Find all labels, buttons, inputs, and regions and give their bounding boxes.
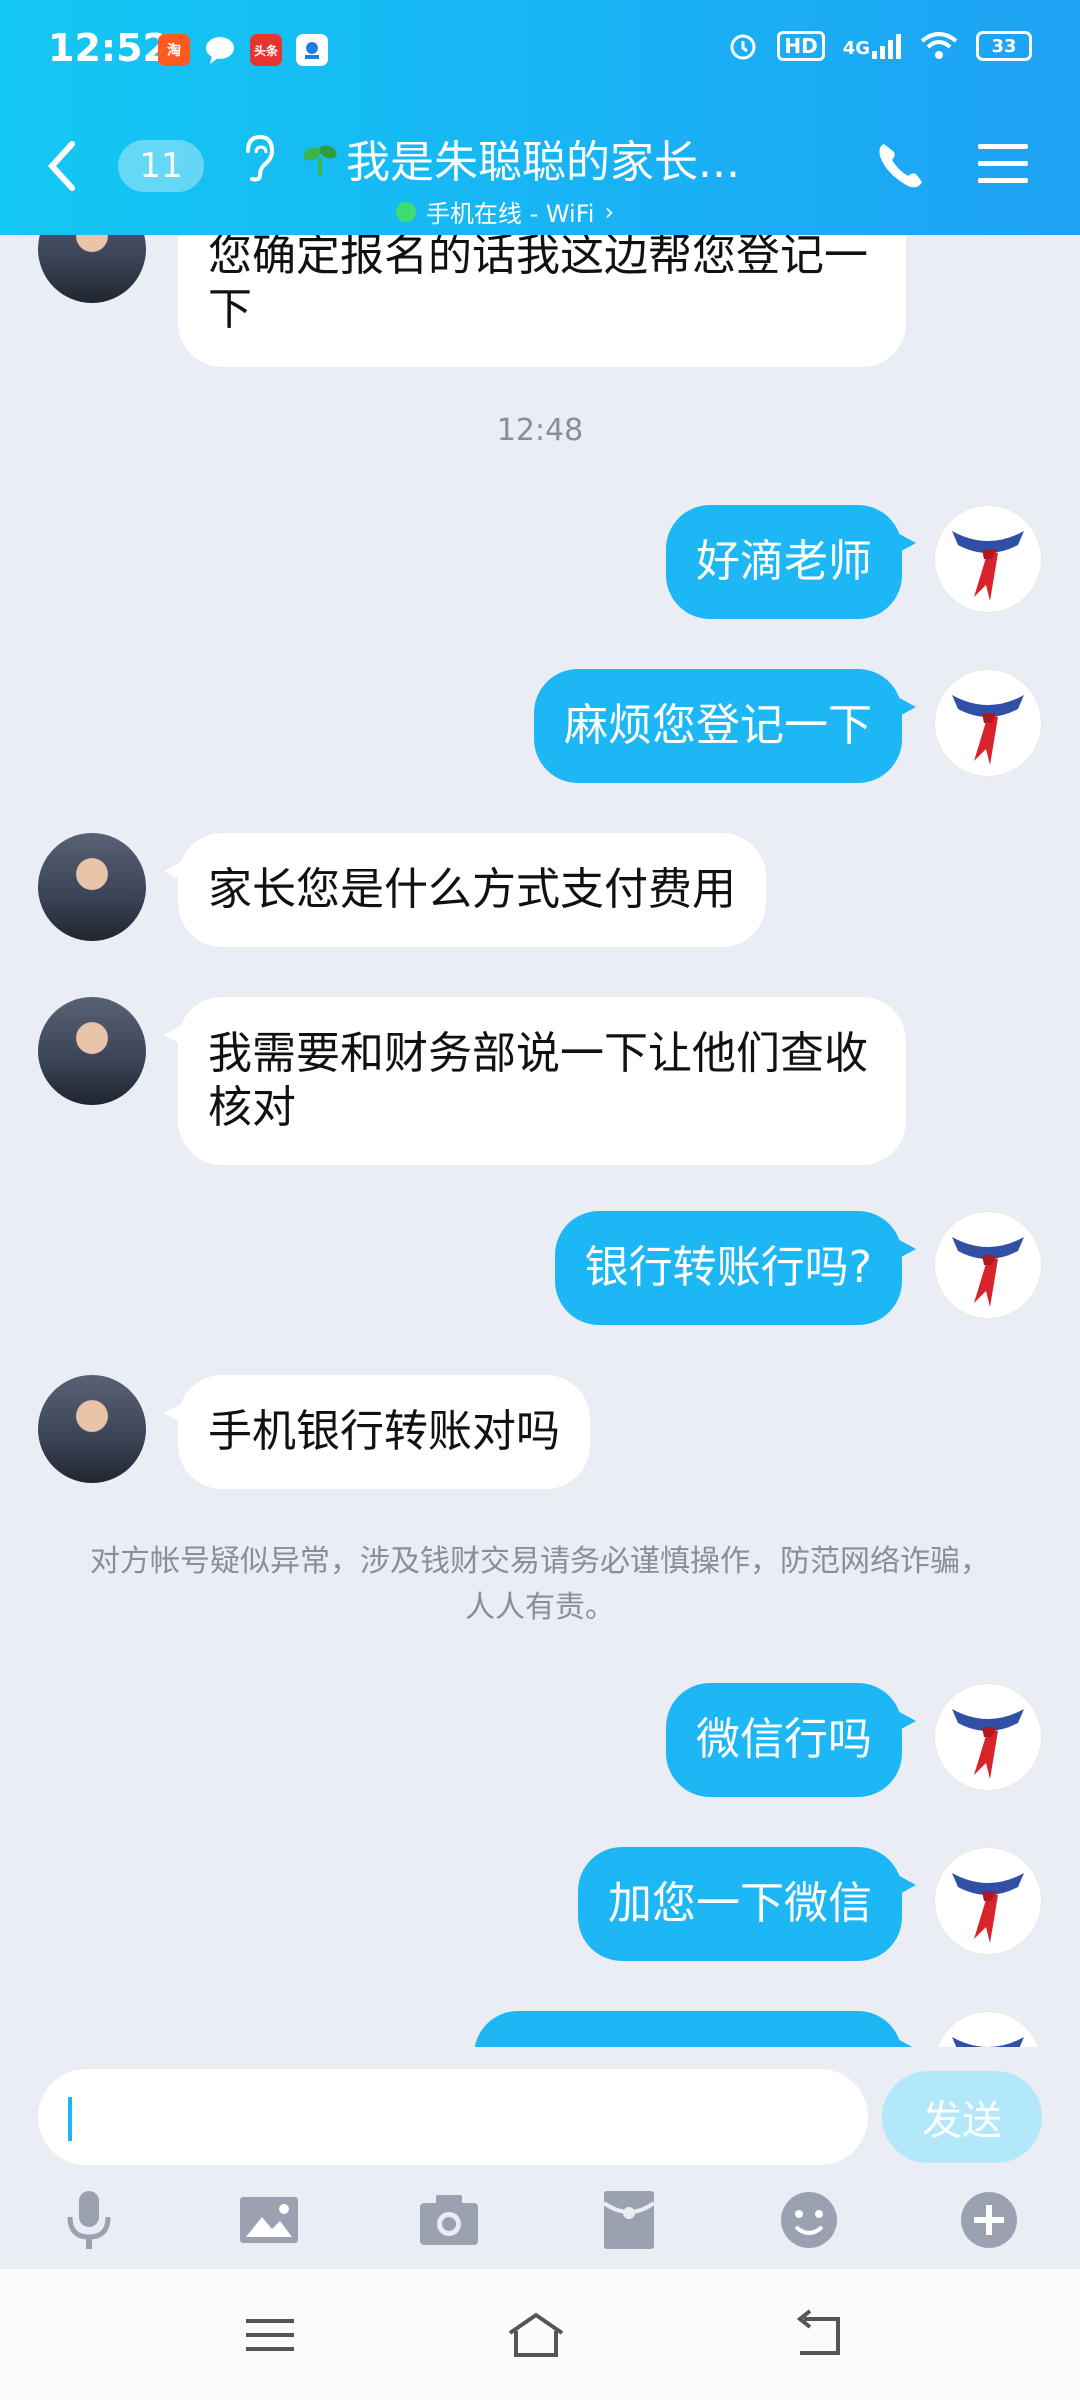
hd-indicator: HD xyxy=(777,31,825,61)
chat-message-list[interactable]: 您确定报名的话我这边帮您登记一下 12:48 好滴老师 麻烦您登记一下 家长您是… xyxy=(0,235,1080,2047)
phone-icon[interactable] xyxy=(874,138,928,192)
status-time: 12:52 xyxy=(48,26,169,70)
microphone-icon[interactable] xyxy=(56,2187,122,2253)
incoming-message[interactable]: 家长您是什么方式支付费用 xyxy=(164,833,766,947)
back-icon[interactable] xyxy=(44,140,80,192)
my-avatar[interactable] xyxy=(934,669,1042,777)
text-caret xyxy=(68,2097,72,2141)
red-packet-icon[interactable] xyxy=(596,2187,662,2253)
emoji-icon[interactable] xyxy=(776,2187,842,2253)
ear-icon[interactable] xyxy=(238,133,278,183)
outgoing-message[interactable]: 银行转账行吗? xyxy=(554,1211,917,1325)
menu-icon[interactable] xyxy=(978,142,1028,186)
outgoing-message[interactable]: 加您一下微信 xyxy=(578,1847,916,1961)
red-scarf-icon xyxy=(952,2037,1024,2047)
image-icon[interactable] xyxy=(236,2187,302,2253)
recent-apps-icon[interactable] xyxy=(240,2307,300,2363)
incoming-message[interactable]: 我需要和财务部说一下让他们查收核对 xyxy=(164,997,906,1165)
chat-header: 12:52 淘 头条 HD 4G 33 11 我是朱聪聪的家长... 手机在线 … xyxy=(0,0,1080,235)
plus-icon[interactable] xyxy=(956,2187,1022,2253)
chevron-right-icon: › xyxy=(604,197,615,226)
toutiao-icon: 头条 xyxy=(250,34,282,66)
my-avatar[interactable] xyxy=(934,1211,1042,1319)
my-avatar[interactable] xyxy=(934,1847,1042,1955)
incoming-message[interactable]: 您确定报名的话我这边帮您登记一下 xyxy=(164,235,906,367)
teacher-avatar[interactable] xyxy=(38,235,146,303)
online-dot-icon xyxy=(395,201,416,222)
composer-toolbar xyxy=(0,2187,1080,2253)
chat-title: 我是朱聪聪的家长... xyxy=(300,126,770,190)
camera-icon[interactable] xyxy=(416,2187,482,2253)
network-indicator: 4G xyxy=(843,33,902,59)
message-timestamp: 12:48 xyxy=(496,413,584,448)
tool-app-icon xyxy=(296,34,328,66)
wifi-icon xyxy=(920,32,958,59)
composer: 发送 xyxy=(0,2047,1080,2269)
message-input[interactable] xyxy=(38,2069,868,2165)
outgoing-message[interactable]: 好滴老师 xyxy=(666,505,916,619)
signal-icon xyxy=(872,34,901,59)
teacher-avatar[interactable] xyxy=(38,997,146,1105)
teacher-avatar[interactable] xyxy=(38,833,146,941)
online-status-text: 手机在线 - WiFi xyxy=(425,200,595,228)
message-icon xyxy=(204,34,236,66)
send-button[interactable]: 发送 xyxy=(882,2071,1042,2163)
fraud-warning-notice: 对方帐号疑似异常，涉及钱财交易请务必谨慎操作，防范网络诈骗，人人有责。 xyxy=(90,1544,990,1625)
red-scarf-icon xyxy=(952,695,1024,765)
chat-title-block[interactable]: 我是朱聪聪的家长... 手机在线 - WiFi › xyxy=(300,126,770,229)
red-scarf-icon xyxy=(952,1237,1024,1307)
chat-title-text: 我是朱聪聪的家长... xyxy=(346,137,740,188)
alarm-icon xyxy=(730,34,756,60)
red-scarf-icon xyxy=(952,1873,1024,1943)
outgoing-message-partial[interactable] xyxy=(474,2011,916,2047)
back-nav-icon[interactable] xyxy=(790,2307,850,2363)
unread-count-badge[interactable]: 11 xyxy=(118,140,204,192)
outgoing-message[interactable]: 麻烦您登记一下 xyxy=(534,669,916,783)
sprout-icon xyxy=(303,145,337,176)
home-icon[interactable] xyxy=(506,2307,566,2363)
taobao-icon: 淘 xyxy=(158,34,190,66)
system-nav-bar xyxy=(0,2269,1080,2400)
teacher-avatar[interactable] xyxy=(38,1375,146,1483)
status-indicators: HD 4G 33 xyxy=(727,30,1032,62)
incoming-message[interactable]: 手机银行转账对吗 xyxy=(164,1375,590,1489)
my-avatar[interactable] xyxy=(934,2011,1042,2047)
my-avatar[interactable] xyxy=(934,505,1042,613)
battery-indicator: 33 xyxy=(976,31,1032,61)
online-status: 手机在线 - WiFi › xyxy=(300,194,770,229)
outgoing-message[interactable]: 微信行吗 xyxy=(666,1683,916,1797)
red-scarf-icon xyxy=(952,531,1024,601)
status-app-icons: 淘 头条 xyxy=(158,34,328,66)
red-scarf-icon xyxy=(952,1709,1024,1779)
my-avatar[interactable] xyxy=(934,1683,1042,1791)
